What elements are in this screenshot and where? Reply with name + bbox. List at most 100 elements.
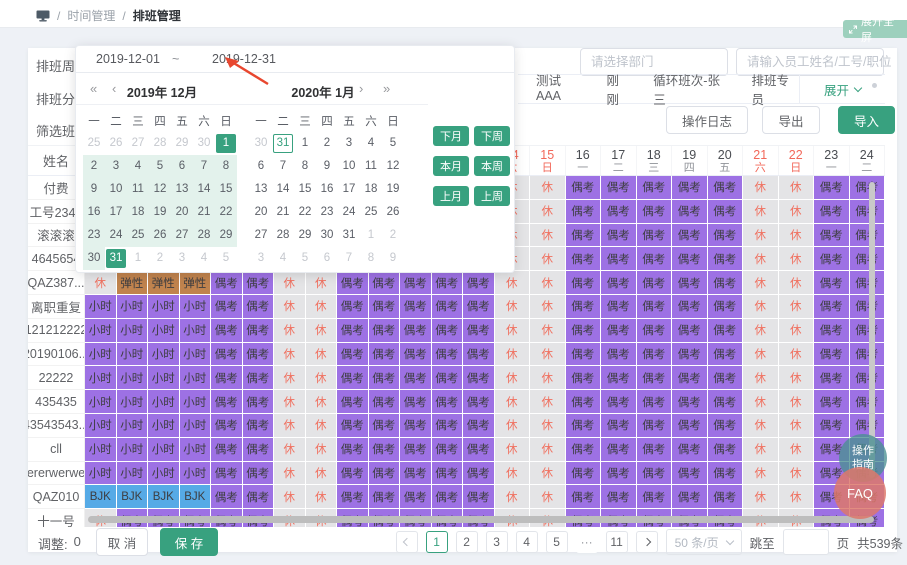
shift-cell[interactable]: 偶考 xyxy=(566,200,602,224)
shift-cell[interactable]: 偶考 xyxy=(672,200,708,224)
calendar-day[interactable]: 26 xyxy=(382,201,404,224)
shift-cell[interactable]: 偶考 xyxy=(672,176,708,200)
import-button[interactable]: 导入 xyxy=(838,106,895,134)
calendar-day[interactable]: 29 xyxy=(215,224,237,247)
shift-cell[interactable]: 休 xyxy=(779,295,815,319)
shift-cell[interactable]: 偶考 xyxy=(637,200,673,224)
shift-cell[interactable]: 小时 xyxy=(117,295,149,319)
shift-cell[interactable]: 休 xyxy=(530,224,566,248)
shift-group-tag[interactable]: 测试AAA xyxy=(536,70,584,108)
shift-cell[interactable]: 偶考 xyxy=(672,414,708,438)
shift-cell[interactable]: 偶考 xyxy=(463,462,495,486)
shift-cell[interactable]: 休 xyxy=(530,485,566,509)
calendar-day[interactable]: 1 xyxy=(360,224,382,247)
shift-cell[interactable]: 偶考 xyxy=(463,414,495,438)
shift-cell[interactable]: 偶考 xyxy=(463,438,495,462)
shift-cell[interactable]: 偶考 xyxy=(708,247,744,271)
shift-cell[interactable]: 休 xyxy=(743,319,779,343)
shift-cell[interactable]: 小时 xyxy=(148,366,180,390)
shift-cell[interactable]: 休 xyxy=(495,366,531,390)
shift-cell[interactable]: 偶考 xyxy=(369,271,401,295)
shift-cell[interactable]: 小时 xyxy=(180,295,212,319)
calendar-day[interactable]: 28 xyxy=(149,132,171,155)
shift-cell[interactable]: 休 xyxy=(743,224,779,248)
shift-cell[interactable]: 偶考 xyxy=(850,295,886,319)
calendar-day[interactable]: 5 xyxy=(149,155,171,178)
calendar-day[interactable]: 16 xyxy=(83,201,105,224)
shift-cell[interactable]: 小时 xyxy=(117,319,149,343)
shift-cell[interactable]: 休 xyxy=(779,366,815,390)
shift-cell[interactable]: 休 xyxy=(743,247,779,271)
shift-cell[interactable]: 偶考 xyxy=(400,485,432,509)
shift-cell[interactable]: 休 xyxy=(274,390,306,414)
shift-cell[interactable]: 休 xyxy=(306,414,338,438)
shift-cell[interactable]: 休 xyxy=(743,366,779,390)
shift-cell[interactable]: 偶考 xyxy=(637,343,673,367)
calendar-day[interactable]: 2 xyxy=(382,224,404,247)
calendar-day[interactable]: 19 xyxy=(382,178,404,201)
prev-page-button[interactable] xyxy=(396,531,418,553)
quick-range-button[interactable]: 上月 xyxy=(433,186,469,206)
shift-cell[interactable]: 偶考 xyxy=(369,485,401,509)
shift-cell[interactable]: 休 xyxy=(495,462,531,486)
employee-search-input[interactable] xyxy=(737,55,907,69)
shift-cell[interactable]: 偶考 xyxy=(337,390,369,414)
shift-cell[interactable]: 偶考 xyxy=(400,295,432,319)
shift-cell[interactable]: 偶考 xyxy=(814,295,850,319)
shift-cell[interactable]: 休 xyxy=(779,224,815,248)
quick-range-button[interactable]: 下周 xyxy=(474,126,510,146)
shift-cell[interactable]: 休 xyxy=(743,462,779,486)
shift-cell[interactable]: 休 xyxy=(779,390,815,414)
shift-cell[interactable]: 弹性 xyxy=(148,271,180,295)
shift-cell[interactable]: 小时 xyxy=(117,390,149,414)
shift-cell[interactable]: 弹性 xyxy=(180,271,212,295)
shift-cell[interactable]: 小时 xyxy=(85,343,117,367)
shift-cell[interactable]: 偶考 xyxy=(601,319,637,343)
shift-cell[interactable]: 偶考 xyxy=(850,390,886,414)
shift-cell[interactable]: 偶考 xyxy=(814,176,850,200)
shift-cell[interactable]: 偶考 xyxy=(243,319,275,343)
calendar-day[interactable]: 3 xyxy=(171,247,193,270)
calendar-day[interactable]: 14 xyxy=(272,178,294,201)
shift-cell[interactable]: 偶考 xyxy=(463,319,495,343)
shift-cell[interactable]: 偶考 xyxy=(814,343,850,367)
calendar-day[interactable]: 11 xyxy=(127,178,149,201)
shift-cell[interactable]: 小时 xyxy=(117,438,149,462)
shift-cell[interactable]: 偶考 xyxy=(601,390,637,414)
calendar-day[interactable]: 24 xyxy=(105,224,127,247)
shift-cell[interactable]: 偶考 xyxy=(211,485,243,509)
shift-cell[interactable]: 偶考 xyxy=(211,271,243,295)
shift-cell[interactable]: 偶考 xyxy=(637,224,673,248)
shift-cell[interactable]: 休 xyxy=(530,366,566,390)
calendar-day[interactable]: 29 xyxy=(171,132,193,155)
shift-cell[interactable]: 偶考 xyxy=(814,200,850,224)
shift-cell[interactable]: 小时 xyxy=(85,438,117,462)
shift-cell[interactable]: BJK xyxy=(117,485,149,509)
shift-cell[interactable]: 偶考 xyxy=(369,462,401,486)
shift-cell[interactable]: 休 xyxy=(530,271,566,295)
calendar-day[interactable]: 1 xyxy=(294,132,316,155)
shift-cell[interactable]: 偶考 xyxy=(601,271,637,295)
shift-cell[interactable]: 偶考 xyxy=(400,271,432,295)
calendar-day[interactable]: 18 xyxy=(127,201,149,224)
calendar-day[interactable]: 27 xyxy=(171,224,193,247)
shift-cell[interactable]: 休 xyxy=(495,390,531,414)
page-size-select[interactable]: 50 条/页 xyxy=(666,529,742,555)
shift-cell[interactable]: 小时 xyxy=(148,438,180,462)
calendar-day[interactable]: 5 xyxy=(294,247,316,270)
shift-cell[interactable]: 休 xyxy=(274,485,306,509)
shift-cell[interactable]: 小时 xyxy=(117,462,149,486)
shift-cell[interactable]: 偶考 xyxy=(601,224,637,248)
shift-cell[interactable]: 偶考 xyxy=(708,366,744,390)
calendar-day[interactable]: 8 xyxy=(294,155,316,178)
calendar-day[interactable]: 1 xyxy=(127,247,149,270)
shift-cell[interactable]: 偶考 xyxy=(672,319,708,343)
shift-cell[interactable]: 偶考 xyxy=(601,343,637,367)
page-button-5[interactable]: 5 xyxy=(546,531,568,553)
shift-cell[interactable]: 休 xyxy=(530,319,566,343)
shift-cell[interactable]: 休 xyxy=(274,319,306,343)
shift-cell[interactable]: 休 xyxy=(306,462,338,486)
shift-cell[interactable]: 休 xyxy=(743,271,779,295)
shift-cell[interactable]: 偶考 xyxy=(814,390,850,414)
shift-cell[interactable]: 休 xyxy=(530,176,566,200)
